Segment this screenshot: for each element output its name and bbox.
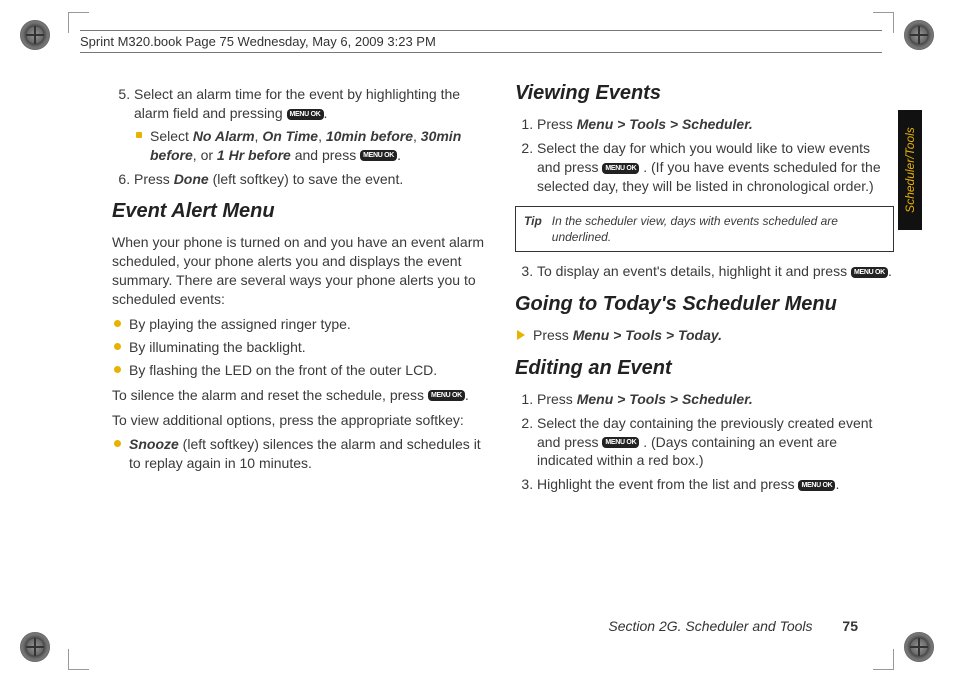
crop-mark-icon: [904, 20, 934, 50]
bullet-icon: [114, 366, 121, 373]
menu-ok-key-icon: MENU OK: [798, 480, 835, 491]
heading-viewing-events: Viewing Events: [515, 80, 894, 107]
sub-mid: and press: [295, 147, 360, 163]
snooze-label: Snooze: [129, 436, 179, 452]
tip-text: In the scheduler view, days with events …: [552, 213, 885, 245]
list-item: To display an event's details, highlight…: [537, 262, 894, 281]
numbered-list: To display an event's details, highlight…: [515, 262, 894, 281]
bullet-icon: [114, 343, 121, 350]
bullet-text: By illuminating the backlight.: [129, 338, 306, 357]
body-text: When your phone is turned on and you hav…: [112, 233, 491, 309]
square-bullet-icon: [136, 132, 142, 138]
menu-ok-key-icon: MENU OK: [851, 267, 888, 278]
menu-ok-key-icon: MENU OK: [428, 390, 465, 401]
document-header: Sprint M320.book Page 75 Wednesday, May …: [80, 30, 882, 53]
list-item: Press Menu > Tools > Scheduler.: [537, 390, 894, 409]
list-item: By flashing the LED on the front of the …: [114, 361, 491, 380]
body-text: To view additional options, press the ap…: [112, 411, 491, 430]
heading-event-alert-menu: Event Alert Menu: [112, 198, 491, 225]
tip-label: Tip: [524, 213, 542, 245]
bullet-text: By flashing the LED on the front of the …: [129, 361, 437, 380]
option-on-time: On Time: [262, 128, 318, 144]
list-item: Select an alarm time for the event by hi…: [134, 85, 491, 165]
list-item: Snooze (left softkey) silences the alarm…: [114, 435, 491, 473]
crop-mark-icon: [904, 632, 934, 662]
heading-today-scheduler: Going to Today's Scheduler Menu: [515, 291, 894, 318]
body-text: To silence the alarm and reset the sched…: [112, 386, 491, 405]
menu-path: Menu > Tools > Scheduler.: [577, 391, 753, 407]
numbered-list: Press Menu > Tools > Scheduler. Select t…: [515, 390, 894, 494]
list-item: Select the day containing the previously…: [537, 414, 894, 471]
numbered-list: Press Menu > Tools > Scheduler. Select t…: [515, 115, 894, 196]
menu-path: Menu > Tools > Scheduler.: [577, 116, 753, 132]
list-item: By illuminating the backlight.: [114, 338, 491, 357]
sub-bullet: Select No Alarm, On Time, 10min before, …: [136, 127, 491, 165]
right-column: Viewing Events Press Menu > Tools > Sche…: [515, 80, 894, 499]
page-number: 75: [842, 618, 858, 634]
list-item: By playing the assigned ringer type.: [114, 315, 491, 334]
footer-section: Section 2G. Scheduler and Tools: [608, 618, 812, 634]
numbered-list: Select an alarm time for the event by hi…: [112, 85, 491, 188]
crop-mark-icon: [20, 20, 50, 50]
period: .: [324, 105, 328, 121]
option-no-alarm: No Alarm: [193, 128, 255, 144]
crop-corner-icon: [68, 649, 89, 670]
bullet-icon: [114, 440, 121, 447]
left-column: Select an alarm time for the event by hi…: [112, 80, 491, 499]
side-tab-label: Scheduler/Tools: [903, 127, 917, 213]
menu-ok-key-icon: MENU OK: [360, 150, 397, 161]
crop-mark-icon: [20, 632, 50, 662]
option-10min: 10min before: [326, 128, 413, 144]
bullet-text: (left softkey) silences the alarm and sc…: [129, 436, 481, 471]
list-item: Press Menu > Tools > Scheduler.: [537, 115, 894, 134]
menu-ok-key-icon: MENU OK: [602, 163, 639, 174]
bullet-text: By playing the assigned ringer type.: [129, 315, 351, 334]
list-item: Select the day for which you would like …: [537, 139, 894, 196]
option-1hr: 1 Hr before: [217, 147, 291, 163]
list-item: Press Menu > Tools > Today.: [517, 326, 894, 345]
bullet-list: By playing the assigned ringer type. By …: [114, 315, 491, 380]
list-item: Highlight the event from the list and pr…: [537, 475, 894, 494]
done-label: Done: [174, 171, 209, 187]
step-text: Press: [134, 171, 174, 187]
crop-corner-icon: [873, 649, 894, 670]
step-text: (left softkey) to save the event.: [213, 171, 404, 187]
sub-text: Select: [150, 128, 193, 144]
menu-ok-key-icon: MENU OK: [602, 437, 639, 448]
triangle-bullet-icon: [517, 330, 525, 340]
menu-ok-key-icon: MENU OK: [287, 109, 324, 120]
bullet-icon: [114, 320, 121, 327]
list-item: Press Done (left softkey) to save the ev…: [134, 170, 491, 189]
page-body: Select an alarm time for the event by hi…: [112, 80, 894, 642]
page-footer: Section 2G. Scheduler and Tools 75: [608, 618, 858, 634]
section-side-tab: Scheduler/Tools: [898, 110, 922, 230]
heading-editing-event: Editing an Event: [515, 355, 894, 382]
menu-path: Menu > Tools > Today.: [573, 327, 722, 343]
tip-box: Tip In the scheduler view, days with eve…: [515, 206, 894, 252]
